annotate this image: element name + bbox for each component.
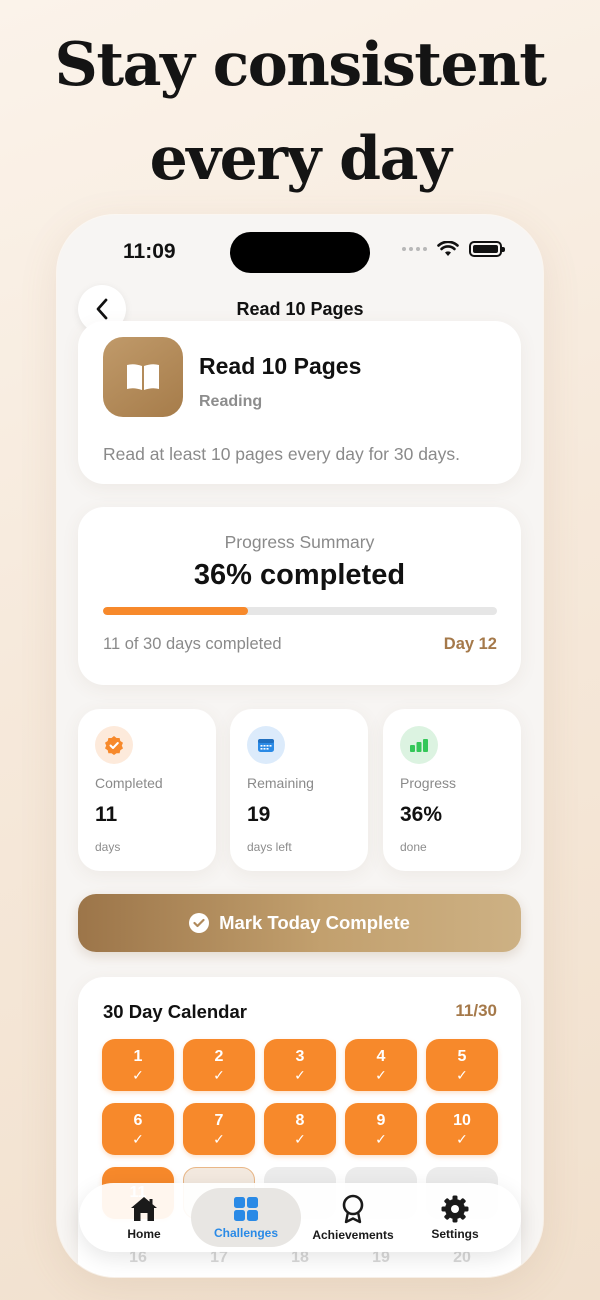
award-icon xyxy=(342,1194,364,1223)
stat-label: Progress xyxy=(400,775,457,791)
stat-unit: days xyxy=(95,840,121,854)
status-icons xyxy=(402,241,505,257)
verified-badge-icon xyxy=(95,726,133,764)
stat-value: 11 xyxy=(95,803,118,826)
battery-icon xyxy=(469,241,505,257)
habit-card: Read 10 Pages Reading Read at least 10 p… xyxy=(78,321,521,484)
stat-card-completed: Completed 11 days xyxy=(78,709,216,871)
headline-line-2: every day xyxy=(149,124,452,194)
stat-label: Completed xyxy=(95,775,163,791)
tab-label: Achievements xyxy=(312,1227,394,1242)
tab-home[interactable]: Home xyxy=(89,1188,199,1247)
tab-settings[interactable]: Settings xyxy=(400,1188,510,1247)
calendar-day[interactable]: 1 ✓ xyxy=(102,1039,174,1091)
status-time: 11:09 xyxy=(123,240,176,263)
headline: Stay consistent every day xyxy=(0,18,600,206)
summary-percent: 36% completed xyxy=(193,559,406,591)
calendar-day[interactable]: 2 ✓ xyxy=(183,1039,255,1091)
stat-unit: days left xyxy=(247,840,292,854)
bar-chart-icon xyxy=(400,726,438,764)
gear-icon xyxy=(441,1195,469,1222)
calendar-count: 11/30 xyxy=(455,1001,497,1020)
calendar-day[interactable]: 3 ✓ xyxy=(264,1039,336,1091)
mark-today-complete-button[interactable]: Mark Today Complete xyxy=(78,894,521,952)
headline-line-1: Stay consistent xyxy=(54,30,547,100)
summary-days-completed: 11 of 30 days completed xyxy=(103,635,282,653)
tab-achievements[interactable]: Achievements xyxy=(298,1188,408,1247)
calendar-icon xyxy=(247,726,285,764)
calendar-day[interactable]: 7 ✓ xyxy=(183,1103,255,1155)
progress-bar xyxy=(103,607,497,615)
progress-bar-fill xyxy=(103,607,248,615)
tab-label: Challenges xyxy=(213,1225,279,1240)
mark-today-complete-label: Mark Today Complete xyxy=(219,912,410,933)
nav-title: Read 10 Pages xyxy=(236,299,364,319)
calendar-day[interactable]: 4 ✓ xyxy=(345,1039,417,1091)
calendar-day[interactable]: 8 ✓ xyxy=(264,1103,336,1155)
dynamic-island xyxy=(230,232,370,273)
phone-frame: 11:09 Read 10 Pages Read 10 Pages Readin… xyxy=(57,215,543,1277)
stat-card-remaining: Remaining 19 days left xyxy=(230,709,368,871)
calendar-day[interactable]: 10 ✓ xyxy=(426,1103,498,1155)
signal-icon xyxy=(402,247,427,251)
check-circle-icon xyxy=(189,913,210,933)
habit-description: Read at least 10 pages every day for 30 … xyxy=(103,444,461,464)
habit-name: Read 10 Pages xyxy=(199,353,362,379)
calendar-day[interactable]: 6 ✓ xyxy=(102,1103,174,1155)
tab-bar: Home Challenges Achievements Settings xyxy=(79,1183,521,1252)
grid-icon xyxy=(234,1196,258,1221)
home-icon xyxy=(131,1196,157,1221)
summary-label: Progress Summary xyxy=(224,532,375,552)
tab-label: Settings xyxy=(431,1226,479,1241)
calendar-title: 30 Day Calendar xyxy=(103,1001,247,1022)
stat-value: 36% xyxy=(400,803,443,826)
tab-label: Home xyxy=(127,1226,161,1241)
stat-unit: done xyxy=(400,840,427,854)
stat-value: 19 xyxy=(247,803,271,826)
calendar-day[interactable]: 5 ✓ xyxy=(426,1039,498,1091)
book-icon xyxy=(103,337,183,417)
tab-challenges[interactable]: Challenges xyxy=(191,1188,301,1247)
progress-summary-card: Progress Summary 36% completed 11 of 30 … xyxy=(78,507,521,685)
stat-card-progress: Progress 36% done xyxy=(383,709,521,871)
wifi-icon xyxy=(437,241,459,256)
calendar-day[interactable]: 9 ✓ xyxy=(345,1103,417,1155)
stat-label: Remaining xyxy=(247,775,314,791)
habit-category: Reading xyxy=(199,393,263,410)
summary-current-day: Day 12 xyxy=(443,635,497,653)
